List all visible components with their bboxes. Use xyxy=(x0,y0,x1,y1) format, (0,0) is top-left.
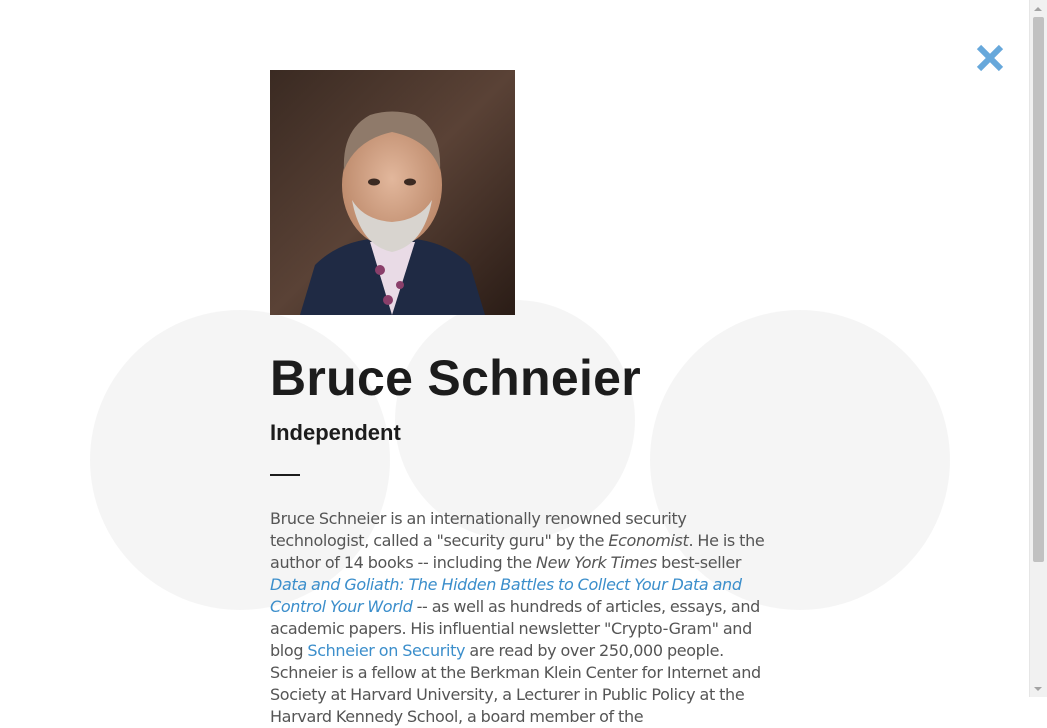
speaker-name: Bruce Schneier xyxy=(270,350,642,406)
speaker-modal-content: Bruce Schneier Independent Bruce Schneie… xyxy=(270,70,765,728)
scroll-down-arrow-icon[interactable] xyxy=(1030,680,1046,697)
bio-emphasis: Economist xyxy=(608,531,689,550)
vertical-scrollbar[interactable] xyxy=(1029,0,1047,697)
divider xyxy=(270,474,300,476)
scroll-up-arrow-icon[interactable] xyxy=(1030,0,1046,17)
speaker-bio: Bruce Schneier is an internationally ren… xyxy=(270,508,765,728)
bio-emphasis: New York Times xyxy=(536,553,657,572)
bio-text: best-seller xyxy=(656,553,742,572)
blog-link[interactable]: Schneier on Security xyxy=(307,641,465,660)
scrollbar-thumb[interactable] xyxy=(1033,17,1044,562)
close-icon xyxy=(976,44,1004,72)
speaker-photo xyxy=(270,70,515,315)
speaker-affiliation: Independent xyxy=(270,420,401,445)
close-button[interactable] xyxy=(968,38,1012,78)
